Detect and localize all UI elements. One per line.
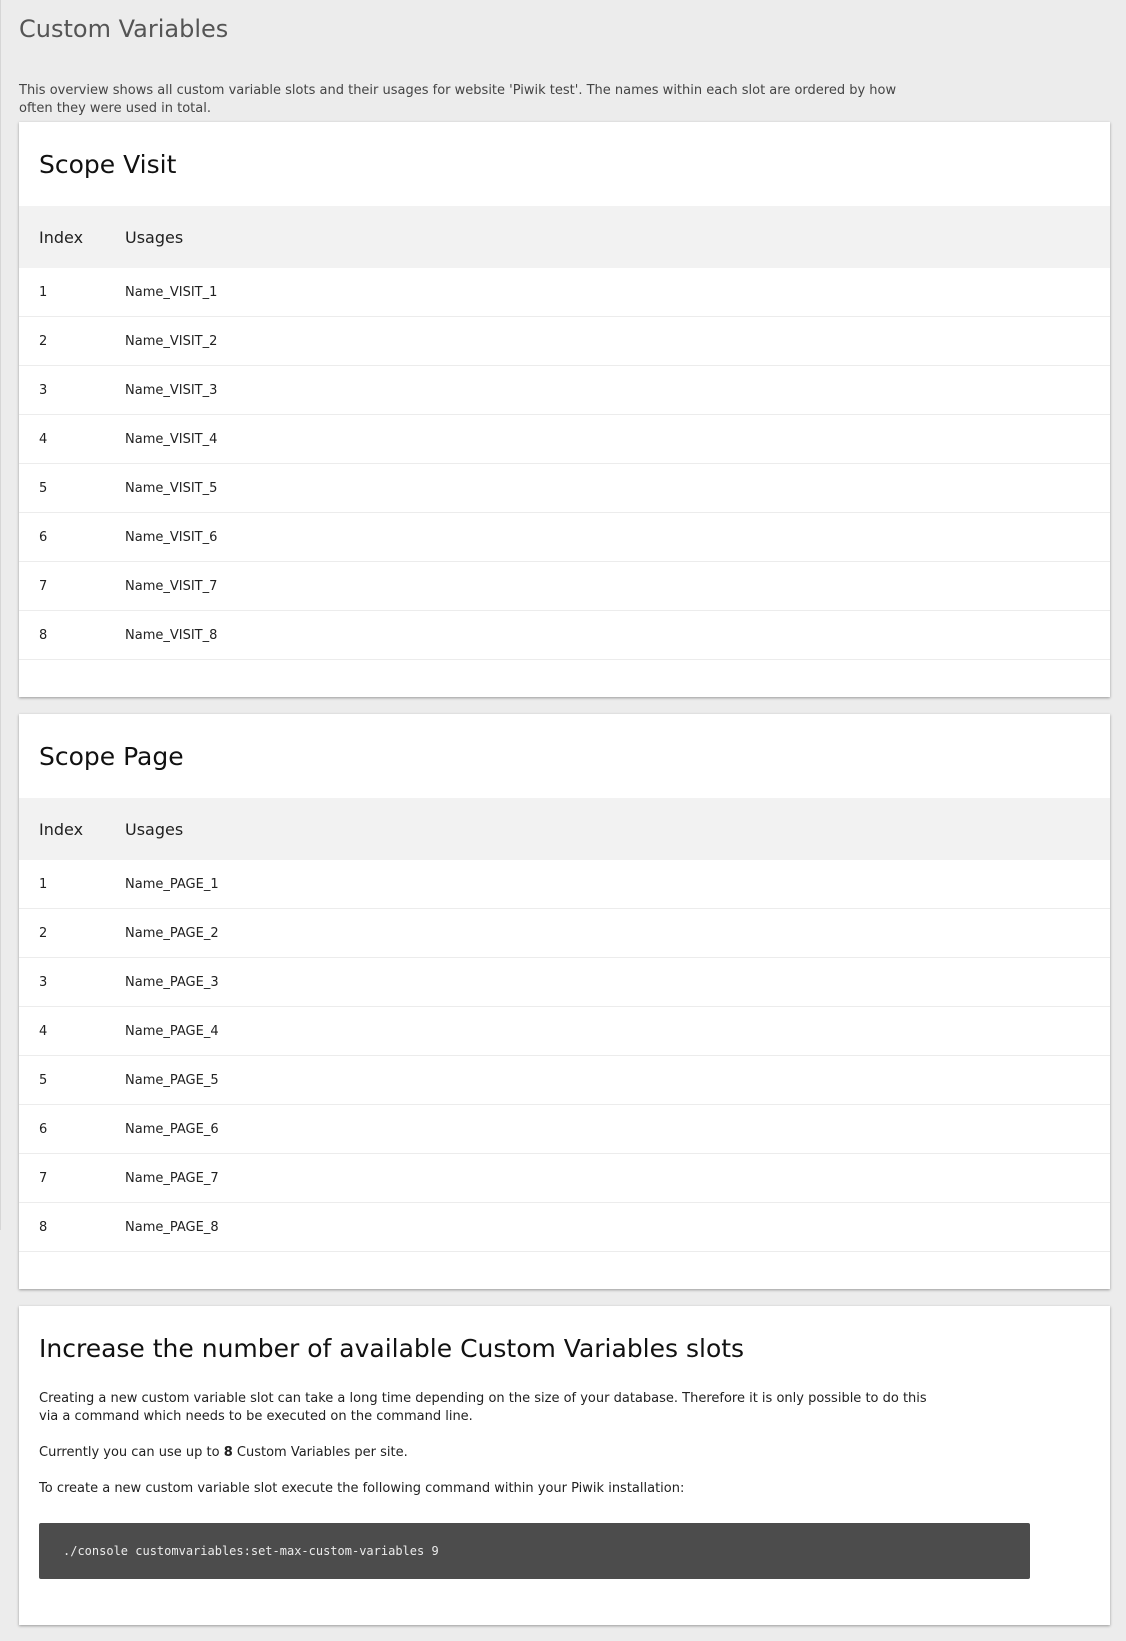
current-slot-limit-suffix: Custom Variables per site. [232, 1445, 408, 1460]
table-row: 8 Name_PAGE_8 [19, 1202, 1110, 1252]
table-row: 1 Name_VISIT_1 [19, 268, 1110, 317]
table-row: 7 Name_VISIT_7 [19, 561, 1110, 611]
table-row: 8 Name_VISIT_8 [19, 610, 1110, 660]
slot-usage: Name_PAGE_6 [125, 1104, 1110, 1154]
table-row: 7 Name_PAGE_7 [19, 1153, 1110, 1203]
table-row: 3 Name_PAGE_3 [19, 957, 1110, 1007]
slot-index: 5 [19, 1055, 125, 1105]
slot-usage: Name_VISIT_1 [125, 268, 1110, 317]
console-command-block[interactable]: ./console customvariables:set-max-custom… [39, 1523, 1030, 1579]
slot-usage: Name_VISIT_2 [125, 316, 1110, 366]
index-column-header: Index [19, 798, 125, 860]
table-row: 4 Name_PAGE_4 [19, 1006, 1110, 1056]
custom-variables-page: Custom Variables This overview shows all… [19, 0, 1110, 1625]
slot-usage: Name_PAGE_5 [125, 1055, 1110, 1105]
slot-usage: Name_VISIT_4 [125, 414, 1110, 464]
table-header-row: Index Usages [19, 206, 1110, 268]
slot-usage: Name_PAGE_7 [125, 1153, 1110, 1203]
slot-usage: Name_PAGE_4 [125, 1006, 1110, 1056]
slot-usage: Name_PAGE_3 [125, 957, 1110, 1007]
slot-index: 3 [19, 365, 125, 415]
usages-column-header: Usages [125, 206, 1110, 268]
scope-visit-card: Scope Visit Index Usages 1 Name_VISIT_1 2… [19, 122, 1110, 697]
slot-usage: Name_PAGE_1 [125, 860, 1110, 909]
increase-slots-card: Increase the number of available Custom … [19, 1306, 1110, 1625]
slot-usage: Name_VISIT_3 [125, 365, 1110, 415]
slot-index: 8 [19, 1202, 125, 1252]
command-instruction: To create a new custom variable slot exe… [39, 1481, 685, 1496]
slot-index: 1 [19, 268, 125, 317]
slot-index: 4 [19, 414, 125, 464]
slot-index: 6 [19, 1104, 125, 1154]
slot-usage: Name_VISIT_8 [125, 610, 1110, 660]
table-row: 5 Name_PAGE_5 [19, 1055, 1110, 1105]
slot-index: 7 [19, 1153, 125, 1203]
table-row: 4 Name_VISIT_4 [19, 414, 1110, 464]
table-header-row: Index Usages [19, 798, 1110, 860]
scope-page-card: Scope Page Index Usages 1 Name_PAGE_1 2 Na… [19, 714, 1110, 1289]
table-row: 6 Name_VISIT_6 [19, 512, 1110, 562]
current-slot-count: 8 [223, 1445, 233, 1460]
slot-index: 8 [19, 610, 125, 660]
slot-usage: Name_VISIT_6 [125, 512, 1110, 562]
scope-page-table: Index Usages 1 Name_PAGE_1 2 Name_PAGE_2 3… [19, 798, 1110, 1252]
index-column-header: Index [19, 206, 125, 268]
table-row: 5 Name_VISIT_5 [19, 463, 1110, 513]
slot-index: 7 [19, 561, 125, 611]
slot-index: 6 [19, 512, 125, 562]
table-row: 2 Name_VISIT_2 [19, 316, 1110, 366]
table-row: 1 Name_PAGE_1 [19, 860, 1110, 909]
table-row: 6 Name_PAGE_6 [19, 1104, 1110, 1154]
increase-description: Creating a new custom variable slot can … [39, 1391, 927, 1424]
scope-page-title: Scope Page [39, 742, 184, 771]
slot-index: 1 [19, 860, 125, 909]
slot-usage: Name_PAGE_8 [125, 1202, 1110, 1252]
current-slot-limit: Currently you can use up to 8 Custom Var… [39, 1444, 939, 1462]
increase-slots-title: Increase the number of available Custom … [39, 1334, 745, 1363]
slot-usage: Name_VISIT_5 [125, 463, 1110, 513]
scope-visit-title: Scope Visit [39, 150, 177, 179]
table-row: 2 Name_PAGE_2 [19, 908, 1110, 958]
slot-index: 5 [19, 463, 125, 513]
table-row: 3 Name_VISIT_3 [19, 365, 1110, 415]
page-intro: This overview shows all custom variable … [19, 83, 897, 116]
usages-column-header: Usages [125, 798, 1110, 860]
slot-index: 2 [19, 316, 125, 366]
slot-index: 3 [19, 957, 125, 1007]
current-slot-limit-prefix: Currently you can use up to [39, 1445, 224, 1460]
scope-visit-table: Index Usages 1 Name_VISIT_1 2 Name_VISIT_2… [19, 206, 1110, 660]
slot-usage: Name_VISIT_7 [125, 561, 1110, 611]
page-title: Custom Variables [19, 15, 229, 43]
left-edge-divider [0, 0, 1, 1230]
slot-index: 2 [19, 908, 125, 958]
slot-usage: Name_PAGE_2 [125, 908, 1110, 958]
slot-index: 4 [19, 1006, 125, 1056]
